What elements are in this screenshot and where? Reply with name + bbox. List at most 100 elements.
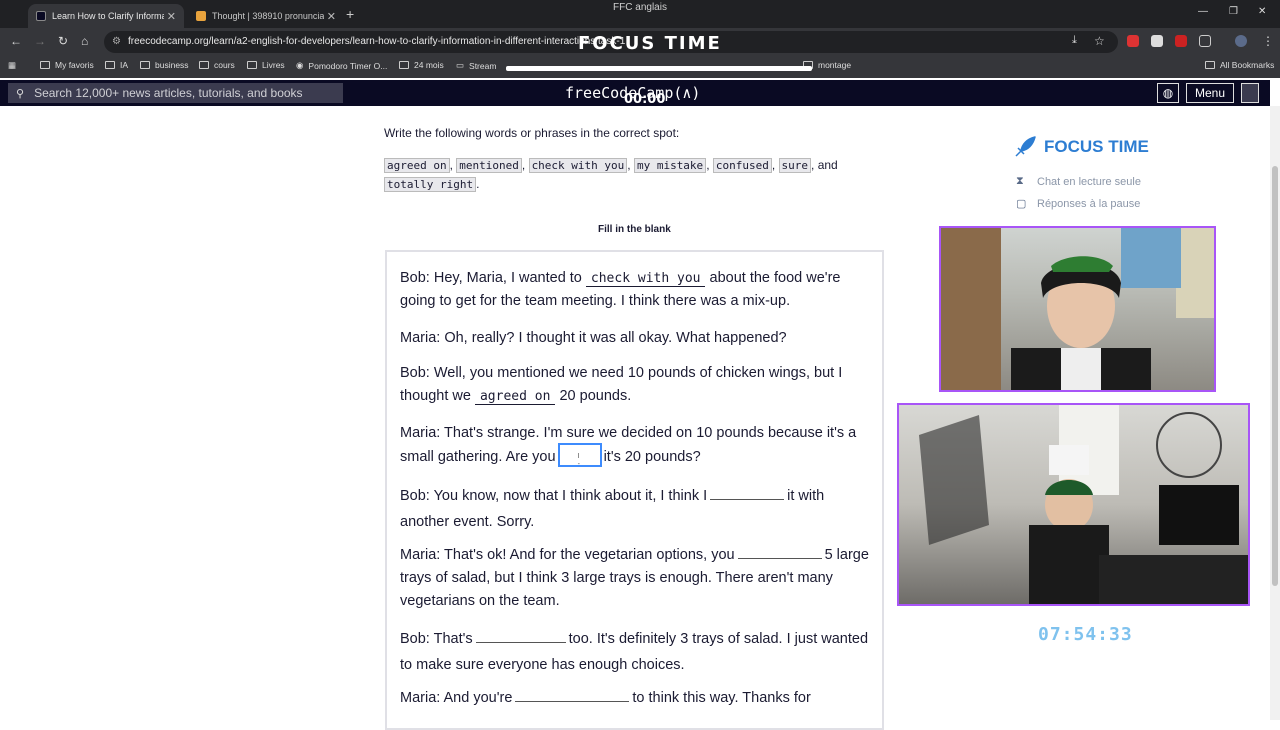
bookmark-item[interactable]: business bbox=[140, 60, 189, 70]
dialogue-line: Maria: That's strange. I'm sure we decid… bbox=[400, 422, 870, 469]
word-chip: confused bbox=[712, 158, 772, 173]
bookmark-label: IA bbox=[120, 60, 129, 70]
filled-answer[interactable]: agreed on bbox=[474, 389, 556, 405]
extension-icon[interactable] bbox=[1151, 35, 1163, 47]
bookmark-label: 24 mois bbox=[414, 60, 444, 70]
dialogue-text: Bob: Hey, Maria, I wanted to bbox=[400, 270, 582, 286]
search-icon: ⚲ bbox=[16, 87, 25, 100]
active-blank-input[interactable]: I- bbox=[557, 443, 602, 468]
dialogue-line: Maria: That's ok! And for the vegetarian… bbox=[400, 543, 870, 613]
word-chip: totally right bbox=[384, 177, 477, 192]
dialogue-text: Maria: And you're bbox=[400, 690, 513, 706]
rocket-icon bbox=[1015, 136, 1036, 157]
dialogue-text: it's 20 pounds? bbox=[603, 448, 701, 465]
folder-icon bbox=[199, 61, 209, 69]
back-icon[interactable]: ← bbox=[10, 34, 22, 48]
focus-time-overlay: FOCUS TIME bbox=[578, 33, 722, 54]
window-title: FFC anglais bbox=[613, 2, 667, 13]
bookmark-item[interactable]: ◉ Pomodoro Timer O... bbox=[296, 60, 387, 71]
extension-icon[interactable] bbox=[1175, 35, 1187, 47]
word-chip: my mistake bbox=[633, 158, 707, 173]
scrollbar-thumb[interactable] bbox=[1272, 166, 1278, 586]
restore-icon[interactable]: ❐ bbox=[1229, 6, 1238, 17]
overlay-progress-bar bbox=[506, 66, 812, 71]
word-bank: agreed on, mentioned, check with you, my… bbox=[384, 156, 889, 194]
bookmark-label: Livres bbox=[262, 60, 285, 70]
folder-icon bbox=[1205, 61, 1215, 69]
dialogue-text: Maria: That's ok! And for the vegetarian… bbox=[400, 547, 735, 563]
language-globe-icon[interactable]: ◍ bbox=[1157, 83, 1179, 103]
bookmark-item[interactable]: ▭ Stream bbox=[456, 60, 496, 71]
stream-clock: 07:54:33 bbox=[1038, 624, 1133, 645]
apps-grid-icon[interactable]: ▦ bbox=[8, 60, 16, 71]
word-chip: check with you bbox=[528, 158, 628, 173]
focus-time-title: FOCUS TIME bbox=[1044, 137, 1149, 156]
bookmark-item[interactable]: Livres bbox=[247, 60, 285, 70]
profile-avatar-icon[interactable] bbox=[1235, 35, 1247, 47]
word-chip: sure bbox=[778, 158, 812, 173]
menu-button[interactable]: Menu bbox=[1186, 83, 1234, 103]
filled-answer[interactable]: check with you bbox=[585, 271, 706, 287]
extensions-puzzle-icon[interactable] bbox=[1199, 35, 1211, 47]
webcam-face-feed bbox=[939, 226, 1216, 392]
bookmark-item[interactable]: cours bbox=[199, 60, 235, 70]
webcam-face-image bbox=[941, 228, 1214, 390]
bookmark-label: Stream bbox=[469, 60, 497, 71]
bookmark-label: All Bookmarks bbox=[1220, 60, 1275, 70]
dialogue-text: to think this way. Thanks for bbox=[632, 690, 811, 706]
blank-input[interactable] bbox=[737, 543, 822, 559]
blank-input[interactable] bbox=[710, 484, 785, 500]
webcam-room-image bbox=[919, 405, 1248, 604]
fcc-navbar: ⚲ Search 12,000+ news articles, tutorial… bbox=[0, 80, 1270, 107]
dialogue-line: Bob: Well, you mentioned we need 10 poun… bbox=[400, 362, 870, 408]
site-settings-icon[interactable]: ⚙ bbox=[112, 36, 121, 47]
reply-status: ▢ Réponses à la pause bbox=[1016, 197, 1141, 211]
dialogue-line: Maria: And you're to think this way. Than… bbox=[400, 686, 870, 710]
search-placeholder: Search 12,000+ news articles, tutorials,… bbox=[34, 86, 303, 100]
folder-icon bbox=[399, 61, 409, 69]
user-avatar[interactable] bbox=[1241, 83, 1259, 103]
adblock-extension-icon[interactable] bbox=[1127, 35, 1139, 47]
bookmark-item[interactable]: IA bbox=[105, 60, 128, 70]
fill-blank-heading: Fill in the blank bbox=[598, 224, 671, 235]
blank-input[interactable] bbox=[475, 627, 566, 643]
overlay-timer: 00:00 bbox=[624, 92, 666, 107]
blank-input[interactable] bbox=[515, 686, 630, 702]
dialogue-text: 20 pounds. bbox=[559, 388, 632, 404]
chat-status: ⧗ Chat en lecture seule bbox=[1016, 175, 1141, 188]
reply-status-text: Réponses à la pause bbox=[1037, 197, 1141, 210]
bookmark-label: My favoris bbox=[55, 60, 94, 70]
all-bookmarks[interactable]: All Bookmarks bbox=[1205, 60, 1274, 70]
dialogue-line: Bob: That's too. It's definitely 3 trays … bbox=[400, 626, 870, 678]
and-text: and bbox=[817, 158, 838, 172]
bookmark-label: cours bbox=[214, 60, 235, 70]
bookmark-label: montage bbox=[818, 60, 852, 70]
word-chip: mentioned bbox=[456, 158, 522, 173]
bookmark-star-icon[interactable]: ☆ bbox=[1094, 34, 1105, 48]
bookmark-item[interactable]: My favoris bbox=[40, 60, 94, 70]
browser-tab-bar: Learn How to Clarify Informatio ✕ Though… bbox=[0, 0, 1280, 28]
instruction-text: Write the following words or phrases in … bbox=[384, 126, 680, 140]
dialogue-text: Bob: That's bbox=[400, 631, 473, 647]
more-menu-icon[interactable]: ⋮ bbox=[1262, 34, 1274, 48]
chat-status-text: Chat en lecture seule bbox=[1037, 175, 1141, 188]
hourglass-icon: ⧗ bbox=[1016, 175, 1024, 187]
home-icon[interactable]: ⌂ bbox=[81, 34, 88, 48]
search-input[interactable]: ⚲ Search 12,000+ news articles, tutorial… bbox=[8, 83, 343, 103]
folder-icon bbox=[247, 61, 257, 69]
word-chip: agreed on bbox=[384, 158, 450, 173]
dialogue-line: Bob: You know, now that I think about it… bbox=[400, 483, 870, 535]
text-cursor-icon: - bbox=[577, 461, 580, 468]
bookmark-item[interactable]: 24 mois bbox=[399, 60, 444, 70]
url-text[interactable]: freecodecamp.org/learn/a2-english-for-de… bbox=[128, 36, 625, 47]
minimize-icon[interactable]: — bbox=[1198, 6, 1208, 17]
dialogue-text: Bob: You know, now that I think about it… bbox=[400, 488, 708, 504]
install-icon[interactable]: ⤓ bbox=[1072, 34, 1077, 47]
reload-icon[interactable]: ↻ bbox=[58, 34, 68, 48]
bookmark-label: Pomodoro Timer O... bbox=[308, 60, 388, 71]
forward-icon[interactable]: → bbox=[34, 34, 46, 48]
webcam-room-feed bbox=[897, 403, 1250, 606]
close-window-icon[interactable]: ✕ bbox=[1258, 6, 1266, 17]
dialogue-line: Bob: Hey, Maria, I wanted to check with … bbox=[400, 267, 870, 313]
speech-bubble-icon: ▢ bbox=[1016, 198, 1027, 210]
